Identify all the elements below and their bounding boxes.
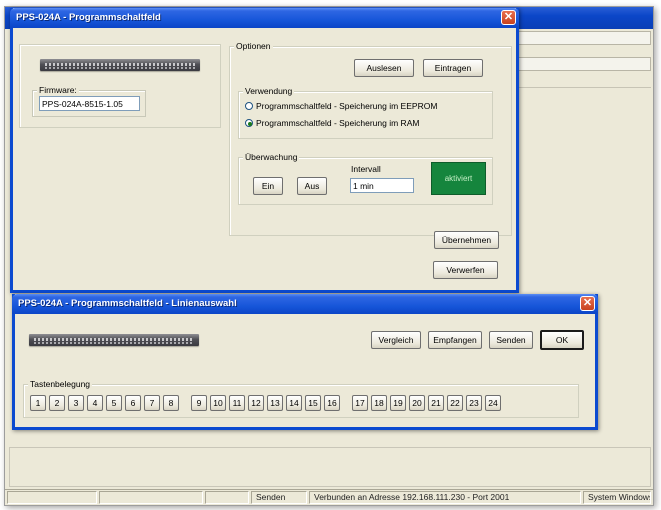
device-group: Firmware:: [19, 44, 221, 128]
key-button-5[interactable]: 5: [106, 395, 122, 411]
key-button-10[interactable]: 10: [210, 395, 226, 411]
radio-ram[interactable]: [245, 119, 253, 127]
radio-eeprom-label: Programmschaltfeld - Speicherung im EEPR…: [256, 101, 438, 111]
firmware-group: Firmware:: [32, 85, 146, 117]
status-cell-send: Senden: [251, 491, 307, 504]
firmware-field[interactable]: [39, 96, 140, 111]
background-toolbar-2: [517, 57, 651, 71]
key-button-14[interactable]: 14: [286, 395, 302, 411]
main-window: PPS-024A - Programmschaltfeld ✕ Firmware…: [10, 8, 519, 293]
firmware-label: Firmware:: [37, 85, 79, 95]
key-button-7[interactable]: 7: [144, 395, 160, 411]
send-button[interactable]: Senden: [489, 331, 533, 349]
key-button-23[interactable]: 23: [466, 395, 482, 411]
key-row: 1 2 3 4 5 6 7 8 9 10 11 12 13 14 15 16 17 18 19 20 21 22 23 24: [30, 395, 576, 413]
monitoring-label: Überwachung: [243, 152, 300, 162]
key-button-8[interactable]: 8: [163, 395, 179, 411]
status-cell-2: [99, 491, 203, 504]
key-button-13[interactable]: 13: [267, 395, 283, 411]
key-button-9[interactable]: 9: [191, 395, 207, 411]
status-cell-system: System Windows XP: [583, 491, 651, 504]
write-button[interactable]: Eintragen: [423, 59, 483, 77]
radio-eeprom[interactable]: [245, 102, 253, 110]
monitor-off-button[interactable]: Aus: [297, 177, 327, 195]
close-icon[interactable]: ✕: [501, 10, 516, 25]
interval-label: Intervall: [351, 164, 381, 174]
key-button-24[interactable]: 24: [485, 395, 501, 411]
close-icon[interactable]: ✕: [580, 296, 595, 311]
key-button-12[interactable]: 12: [248, 395, 264, 411]
key-button-20[interactable]: 20: [409, 395, 425, 411]
key-button-21[interactable]: 21: [428, 395, 444, 411]
key-button-3[interactable]: 3: [68, 395, 84, 411]
key-button-1[interactable]: 1: [30, 395, 46, 411]
monitor-on-button[interactable]: Ein: [253, 177, 283, 195]
device-image: [29, 334, 199, 346]
key-button-16[interactable]: 16: [324, 395, 340, 411]
key-assignment-label: Tastenbelegung: [28, 379, 93, 389]
ok-button[interactable]: OK: [540, 330, 584, 350]
key-button-11[interactable]: 11: [229, 395, 245, 411]
radio-ram-label: Programmschaltfeld - Speicherung im RAM: [256, 118, 420, 128]
interval-input[interactable]: [350, 178, 414, 193]
discard-button[interactable]: Verwerfen: [433, 261, 498, 279]
apply-button[interactable]: Übernehmen: [434, 231, 499, 249]
usage-label: Verwendung: [243, 86, 295, 96]
main-window-title: PPS-024A - Programmschaltfeld: [16, 12, 161, 23]
key-button-4[interactable]: 4: [87, 395, 103, 411]
main-window-titlebar[interactable]: PPS-024A - Programmschaltfeld ✕: [10, 8, 519, 28]
status-cell-1: [7, 491, 97, 504]
status-cell-3: [205, 491, 249, 504]
options-group: Optionen Auslesen Eintragen Verwendung P…: [229, 41, 512, 249]
key-button-2[interactable]: 2: [49, 395, 65, 411]
key-button-6[interactable]: 6: [125, 395, 141, 411]
usage-group: Verwendung Programmschaltfeld - Speicher…: [238, 86, 493, 139]
line-selection-window: PPS-024A - Programmschaltfeld - Linienau…: [12, 294, 598, 430]
device-image: [40, 59, 200, 71]
key-button-22[interactable]: 22: [447, 395, 463, 411]
key-button-15[interactable]: 15: [305, 395, 321, 411]
key-assignment-group: Tastenbelegung 1 2 3 4 5 6 7 8 9 10 11 12 13 14 15 16 17…: [23, 379, 579, 418]
receive-button[interactable]: Empfangen: [428, 331, 482, 349]
monitoring-group: Überwachung Ein Aus Intervall aktiviert: [238, 152, 493, 205]
key-button-19[interactable]: 19: [390, 395, 406, 411]
background-toolbar: [517, 31, 651, 45]
key-button-17[interactable]: 17: [352, 395, 368, 411]
key-button-18[interactable]: 18: [371, 395, 387, 411]
line-window-title: PPS-024A - Programmschaltfeld - Linienau…: [18, 298, 237, 309]
options-label: Optionen: [234, 41, 273, 51]
line-window-titlebar[interactable]: PPS-024A - Programmschaltfeld - Linienau…: [12, 294, 598, 314]
monitoring-status-indicator: aktiviert: [431, 162, 486, 195]
background-divider: [517, 87, 651, 88]
read-button[interactable]: Auslesen: [354, 59, 414, 77]
compare-button[interactable]: Vergleich: [371, 331, 421, 349]
status-cell-connection: Verbunden an Adresse 192.168.111.230 - P…: [309, 491, 581, 504]
background-bottom-panel: [9, 447, 651, 487]
status-bar: Senden Verbunden an Adresse 192.168.111.…: [5, 489, 653, 505]
